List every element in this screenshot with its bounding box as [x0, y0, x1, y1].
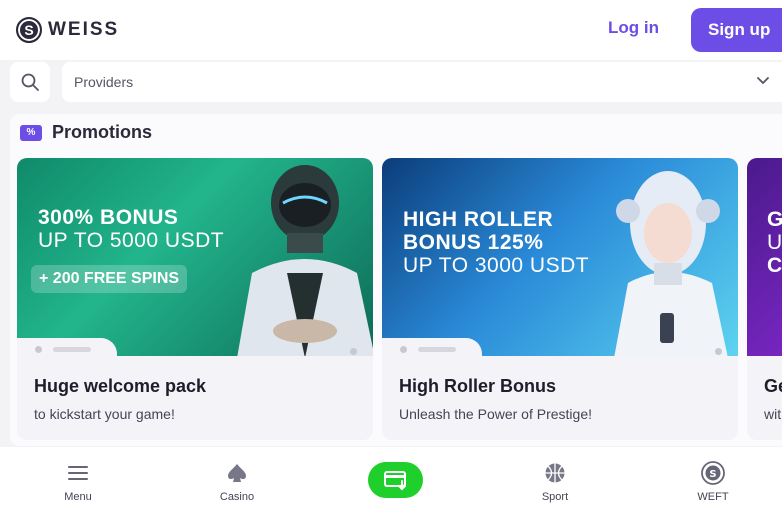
weiss-logo[interactable]: S WEISS [16, 17, 119, 43]
banner-headline: G U C [767, 208, 782, 277]
promo-banner-image: G U C [747, 158, 782, 356]
card-tab-pill [418, 347, 456, 352]
banner-line1: HIGH ROLLER [403, 208, 554, 231]
card-title: High Roller Bonus [399, 376, 556, 396]
banner-line3: C [767, 254, 782, 277]
card-title: Ge [764, 376, 782, 396]
card-subtitle: Unleash the Power of Prestige! [399, 406, 592, 422]
card-title: Huge welcome pack [34, 376, 207, 396]
astronaut-figure-image [237, 165, 373, 356]
search-icon [21, 73, 39, 91]
card-subtitle: to kickstart your game! [34, 406, 175, 422]
svg-text:S: S [709, 469, 716, 480]
card-info [17, 356, 373, 440]
promo-ticket-icon: % [20, 124, 42, 141]
deposit-button[interactable] [368, 462, 423, 498]
nav-casino[interactable]: Casino [197, 461, 277, 503]
logo-text: WEISS [48, 19, 120, 40]
login-button[interactable]: Log in [608, 18, 659, 38]
nav-weft[interactable]: S WEFT [673, 461, 753, 503]
chevron-down-icon [757, 77, 769, 84]
promo-banner-image: 300% BONUS UP TO 5000 USDT + 200 FREE SP… [17, 158, 373, 356]
card-info [382, 356, 738, 440]
card-tab-dot-right [715, 348, 722, 355]
banner-line2: UP TO 5000 USDT [38, 229, 225, 252]
filter-row: Providers [0, 60, 782, 106]
providers-label: Providers [74, 74, 134, 90]
nav-sport-label: Sport [541, 491, 569, 503]
banner-headline: HIGH ROLLER BONUS 125% UP TO 3000 USDT [403, 208, 589, 277]
deposit-icon [383, 471, 406, 491]
promo-card-high-roller[interactable]: HIGH ROLLER BONUS 125% UP TO 3000 USDT H… [382, 158, 738, 440]
spade-icon [225, 461, 249, 485]
banner-line2: U [767, 231, 782, 254]
promotions-section: % Promotions 300% BONUS UP TO 5000 USDT … [10, 114, 782, 446]
nav-menu-label: Menu [64, 491, 92, 503]
banner-line3: UP TO 3000 USDT [403, 254, 590, 277]
card-tab-dot [35, 346, 42, 353]
signup-button[interactable]: Sign up [691, 8, 782, 52]
card-tab-pill [53, 347, 91, 352]
nav-sport[interactable]: Sport [515, 461, 595, 503]
basketball-icon [543, 461, 567, 485]
nav-casino-label: Casino [219, 491, 255, 503]
promo-card-welcome[interactable]: 300% BONUS UP TO 5000 USDT + 200 FREE SP… [17, 158, 373, 440]
free-spins-badge: + 200 FREE SPINS [31, 265, 188, 293]
menu-icon [66, 461, 90, 485]
banner-line1: G [767, 208, 782, 231]
banner-line1: 300% BONUS [38, 206, 179, 229]
card-subtitle: wit [764, 406, 782, 422]
top-header: S WEISS Log in Sign up [0, 0, 782, 60]
providers-dropdown[interactable]: Providers [62, 62, 782, 102]
bottom-navigation: Menu Casino Sport S WEFT [0, 447, 782, 513]
weft-coin-icon: S [701, 461, 725, 485]
search-button[interactable] [10, 62, 50, 102]
banner-headline: 300% BONUS UP TO 5000 USDT [38, 206, 224, 252]
robot-girl-figure-image [614, 171, 728, 356]
card-info [747, 356, 782, 440]
promotions-header: % Promotions [20, 122, 152, 143]
logo-mark-icon: S [16, 17, 42, 43]
card-tab-dot-right [350, 348, 357, 355]
nav-weft-label: WEFT [697, 491, 729, 503]
banner-line2: BONUS 125% [403, 231, 544, 254]
promo-banner-image: HIGH ROLLER BONUS 125% UP TO 3000 USDT [382, 158, 738, 356]
card-tab-dot [400, 346, 407, 353]
promo-card-partial[interactable]: G U C Ge wit [747, 158, 782, 440]
nav-menu[interactable]: Menu [38, 461, 118, 503]
promotions-title: Promotions [52, 122, 153, 142]
